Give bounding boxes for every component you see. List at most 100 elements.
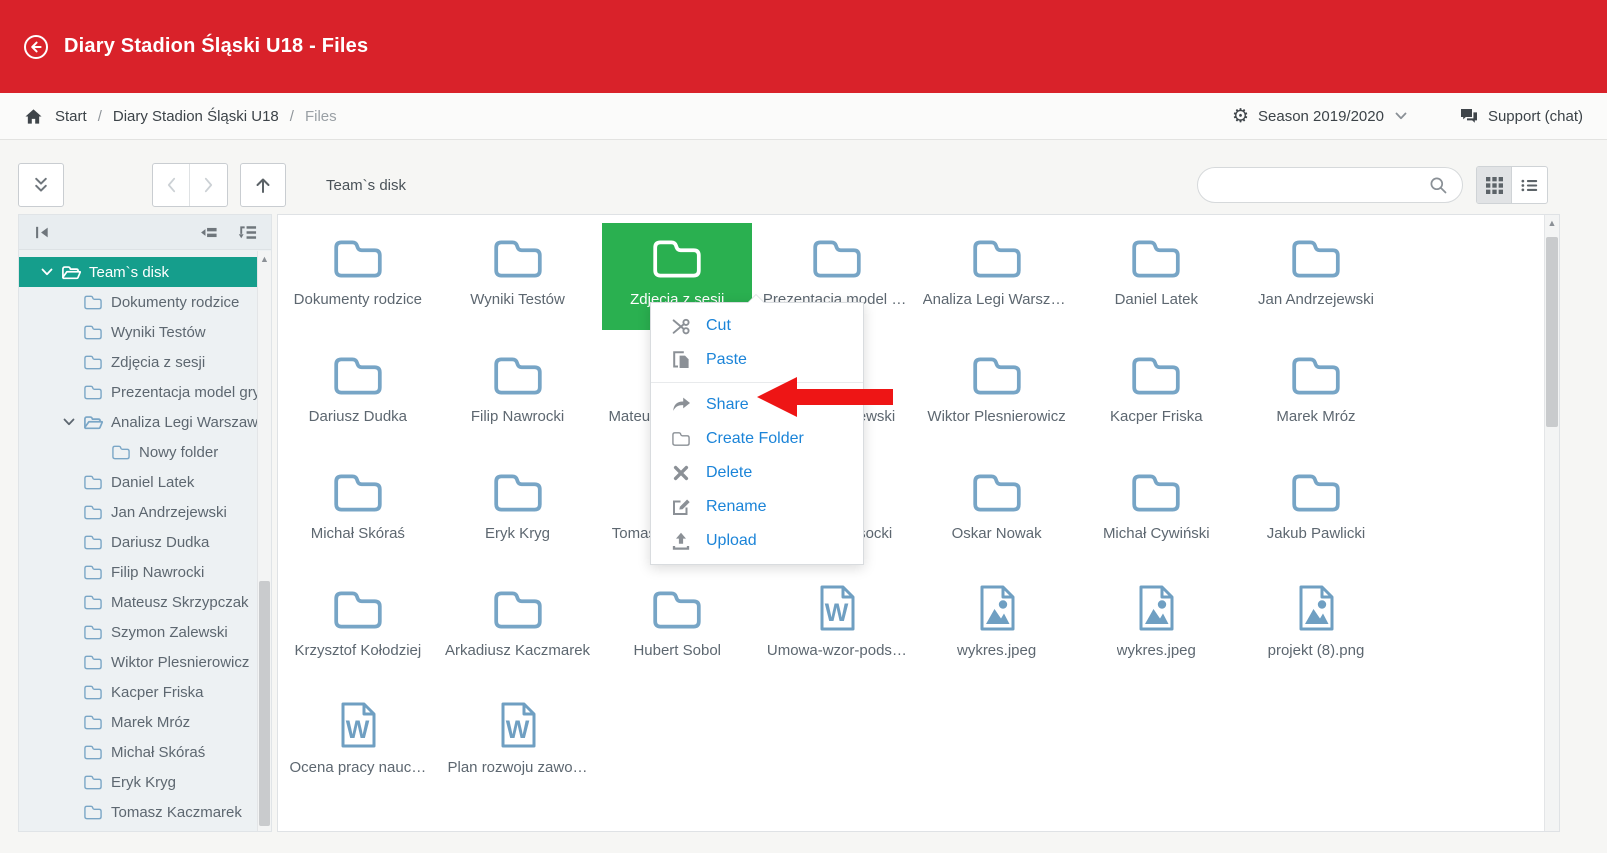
home-icon[interactable] [24, 108, 43, 125]
tree-item[interactable]: Zdjęcia z sesji [19, 347, 257, 377]
file-tile-folder[interactable]: Filip Nawrocki [443, 340, 593, 447]
file-tile-folder[interactable]: Wiktor Plesnierowicz [922, 340, 1072, 447]
menu-item-label: Rename [706, 498, 766, 516]
file-tile-folder[interactable]: Krzysztof Kołodziej [283, 574, 433, 681]
tree-item[interactable]: Filip Nawrocki [19, 557, 257, 587]
file-tile-folder[interactable]: Kacper Friska [1081, 340, 1231, 447]
file-label: Oskar Nowak [952, 525, 1042, 542]
tree-item[interactable]: Dariusz Dudka [19, 527, 257, 557]
file-tile-folder[interactable]: Michał Skóraś [283, 457, 433, 564]
file-tile-folder[interactable]: Daniel Latek [1081, 223, 1231, 330]
scroll-up-arrow[interactable]: ▲ [258, 251, 271, 264]
folder-icon [970, 236, 1024, 282]
tree-item[interactable]: Analiza Legi Warszawa [19, 407, 257, 437]
tree-item[interactable]: Mateusz Skrzypczak [19, 587, 257, 617]
tree-item[interactable]: Eryk Kryg [19, 767, 257, 797]
file-grid-scrollbar[interactable]: ▲ [1544, 215, 1559, 831]
file-tile-image[interactable]: wykres.jpeg [1081, 574, 1231, 681]
tree-item[interactable]: Wiktor Plesnierowicz [19, 647, 257, 677]
folder-icon [83, 294, 103, 311]
context-menu-create-folder[interactable]: Create Folder [651, 422, 863, 456]
file-tile-folder[interactable]: Dariusz Dudka [283, 340, 433, 447]
context-menu-share[interactable]: Share [651, 388, 863, 422]
grid-view-button[interactable] [1477, 167, 1512, 203]
folder-icon [650, 236, 704, 282]
app-header: Diary Stadion Śląski U18 - Files [0, 0, 1607, 93]
file-label: Plan rozwoju zawo… [448, 759, 588, 776]
support-label: Support (chat) [1488, 108, 1583, 125]
scroll-up-arrow[interactable]: ▲ [1545, 215, 1559, 228]
arrow-up-icon [253, 175, 273, 195]
nav-back-button[interactable] [153, 164, 190, 206]
file-tile-folder[interactable]: Hubert Sobol [602, 574, 752, 681]
tree-item[interactable]: Daniel Latek [19, 467, 257, 497]
tree-item[interactable]: Michał Skóraś [19, 737, 257, 767]
file-tile-word-doc[interactable]: Ocena pracy nauc… [283, 691, 433, 798]
scrollbar-thumb[interactable] [259, 581, 270, 826]
file-tile-folder[interactable]: Jan Andrzejewski [1241, 223, 1391, 330]
tree-item[interactable]: Nowy folder [19, 437, 257, 467]
file-tile-word-doc[interactable]: Umowa-wzor-pods… [762, 574, 912, 681]
folder-icon [83, 594, 103, 611]
folder-icon [970, 353, 1024, 399]
tree-item-teams-disk[interactable]: Team`s disk [19, 257, 257, 287]
chevron-down-icon[interactable] [63, 418, 75, 426]
chevron-right-icon [203, 176, 214, 194]
file-tile-folder[interactable]: Dokumenty rodzice [283, 223, 433, 330]
folder-icon [83, 564, 103, 581]
file-tile-folder[interactable]: Wyniki Testów [443, 223, 593, 330]
tree-item[interactable]: Tomasz Kaczmarek [19, 797, 257, 827]
context-menu-upload[interactable]: Upload [651, 524, 863, 558]
file-tile-folder[interactable]: Arkadiusz Kaczmarek [443, 574, 593, 681]
tree-item[interactable]: Prezentacja model gry [19, 377, 257, 407]
chevron-down-icon[interactable] [41, 268, 53, 276]
support-chat-link[interactable]: Support (chat) [1417, 107, 1583, 125]
file-tile-folder[interactable]: Michał Cywiński [1081, 457, 1231, 564]
tree-item[interactable]: Jan Andrzejewski [19, 497, 257, 527]
file-tile-folder[interactable]: Eryk Kryg [443, 457, 593, 564]
file-tile-image[interactable]: projekt (8).png [1241, 574, 1391, 681]
history-nav [152, 163, 228, 207]
tree-item-label: Szymon Zalewski [111, 624, 228, 641]
nav-forward-button[interactable] [190, 164, 227, 206]
tree-item-label: Dariusz Dudka [111, 534, 209, 551]
breadcrumb-team[interactable]: Diary Stadion Śląski U18 [113, 108, 279, 125]
folder-icon [83, 354, 103, 371]
file-tile-image[interactable]: wykres.jpeg [922, 574, 1072, 681]
collapse-sidebar-icon[interactable] [33, 224, 52, 241]
view-toggle [1476, 166, 1548, 204]
folder-icon [83, 474, 103, 491]
tree-item[interactable]: Marek Mróz [19, 707, 257, 737]
tree-item-label: Mateusz Skrzypczak [111, 594, 249, 611]
context-menu-cut[interactable]: Cut [651, 309, 863, 343]
context-menu-paste[interactable]: Paste [651, 343, 863, 377]
context-menu-rename[interactable]: Rename [651, 490, 863, 524]
tree-item[interactable]: Dokumenty rodzice [19, 287, 257, 317]
tree-item[interactable]: Kacper Friska [19, 677, 257, 707]
chevron-left-icon [166, 176, 177, 194]
tree-item[interactable]: Szymon Zalewski [19, 617, 257, 647]
file-tile-word-doc[interactable]: Plan rozwoju zawo… [443, 691, 593, 798]
breadcrumb-start[interactable]: Start [55, 108, 87, 125]
file-tile-folder[interactable]: Jakub Pawlicki [1241, 457, 1391, 564]
file-tile-folder[interactable]: Oskar Nowak [922, 457, 1072, 564]
search-input[interactable] [1216, 177, 1429, 194]
tree-item[interactable]: Wyniki Testów [19, 317, 257, 347]
collapse-all-icon[interactable] [238, 224, 257, 241]
search-icon[interactable] [1429, 176, 1448, 195]
list-view-button[interactable] [1512, 167, 1547, 203]
sidebar-scrollbar[interactable]: ▲ [257, 251, 271, 831]
scrollbar-thumb[interactable] [1546, 237, 1558, 427]
file-tile-folder[interactable]: Marek Mróz [1241, 340, 1391, 447]
current-location-label: Team`s disk [326, 177, 406, 194]
back-icon[interactable] [23, 34, 49, 60]
context-menu-delete[interactable]: Delete [651, 456, 863, 490]
go-up-button[interactable] [240, 163, 286, 207]
tree-item-label: Filip Nawrocki [111, 564, 204, 581]
expand-toolbar-button[interactable] [18, 163, 64, 207]
file-tile-folder[interactable]: Analiza Legi Warszawa [922, 223, 1072, 330]
word-document-icon [496, 700, 540, 750]
folder-icon [331, 236, 385, 282]
outdent-tree-icon[interactable] [199, 224, 218, 241]
season-selector[interactable]: ⚙ Season 2019/2020 [1232, 107, 1407, 126]
